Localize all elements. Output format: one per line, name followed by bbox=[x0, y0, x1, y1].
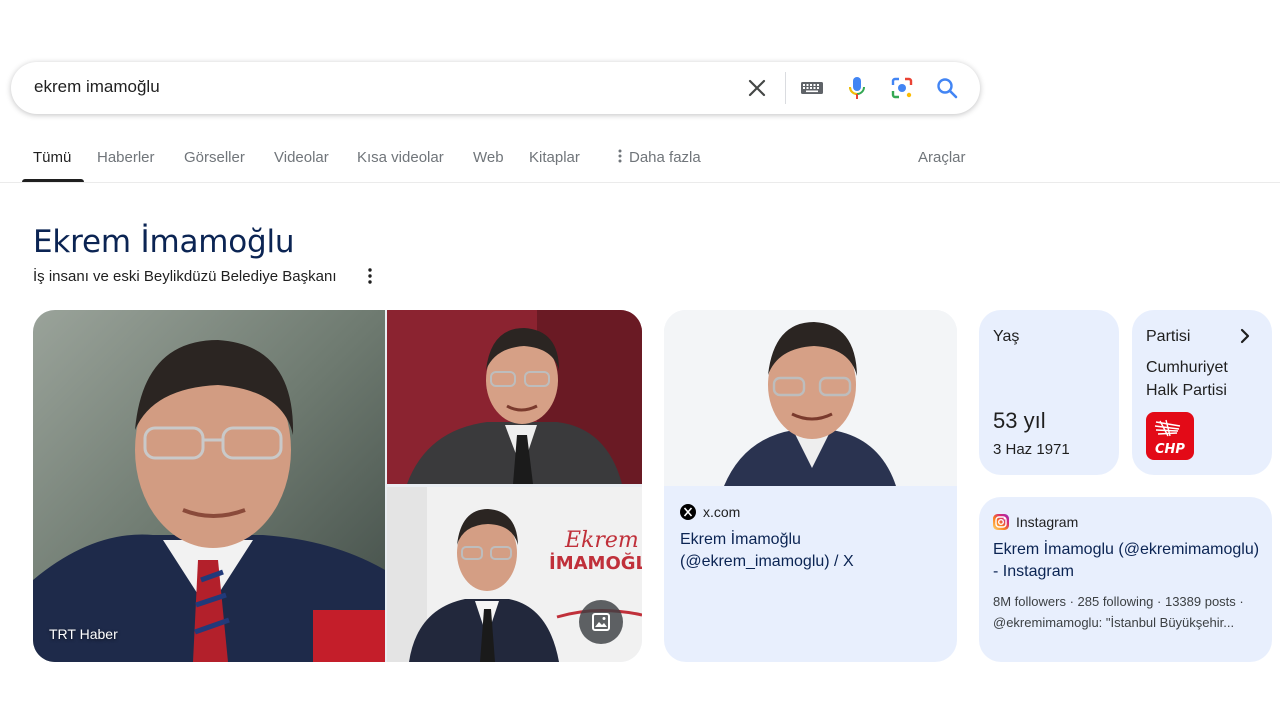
more-options-icon[interactable] bbox=[362, 266, 378, 286]
close-icon[interactable] bbox=[744, 75, 770, 101]
more-vert-icon bbox=[618, 149, 622, 163]
x-profile-card[interactable]: x.com Ekrem İmamoğlu (@ekrem_imamoglu) /… bbox=[664, 310, 957, 662]
entity-title: Ekrem İmamoğlu bbox=[33, 224, 295, 260]
tab-web[interactable]: Web bbox=[473, 149, 504, 166]
search-icon[interactable] bbox=[934, 75, 960, 101]
search-bar[interactable]: ekrem imamoğlu bbox=[11, 62, 980, 114]
instagram-title[interactable]: Ekrem İmamoglu (@ekremimamoglu) - Instag… bbox=[993, 539, 1263, 583]
main-photo[interactable]: TRT Haber bbox=[33, 310, 385, 662]
keyboard-icon[interactable] bbox=[799, 75, 825, 101]
tab-short-videos[interactable]: Kısa videolar bbox=[357, 149, 444, 166]
party-name: Cumhuriyet Halk Partisi bbox=[1146, 359, 1228, 399]
tab-news[interactable]: Haberler bbox=[97, 149, 155, 166]
age-value: 53 yıl bbox=[993, 408, 1046, 433]
x-logo-icon bbox=[680, 504, 696, 520]
instagram-source: Instagram bbox=[993, 514, 1078, 530]
instagram-card[interactable]: Instagram Ekrem İmamoglu (@ekremimamoglu… bbox=[979, 497, 1272, 662]
mic-icon[interactable] bbox=[844, 75, 870, 101]
tab-all[interactable]: Tümü bbox=[33, 149, 71, 166]
chp-logo: CHP bbox=[1146, 412, 1194, 460]
x-source: x.com bbox=[680, 504, 740, 520]
image-credit: TRT Haber bbox=[49, 626, 118, 642]
chevron-right-icon bbox=[1240, 328, 1250, 344]
tab-more[interactable]: Daha fazla bbox=[617, 149, 701, 166]
image-collage: TRT Haber Ekrem İMAMOĞL bbox=[33, 310, 642, 662]
tools-button[interactable]: Araçlar bbox=[918, 149, 966, 166]
image-icon bbox=[592, 613, 610, 631]
entity-subtitle: İş insanı ve eski Beylikdüzü Belediye Ba… bbox=[33, 268, 337, 285]
instagram-bio: @ekremimamoglu: "İstanbul Büyükşehir... bbox=[993, 615, 1235, 630]
lens-icon[interactable] bbox=[889, 75, 915, 101]
tab-videos[interactable]: Videolar bbox=[274, 149, 329, 166]
tab-books[interactable]: Kitaplar bbox=[529, 149, 580, 166]
age-card[interactable]: Yaş 53 yıl 3 Haz 1971 bbox=[979, 310, 1119, 475]
instagram-meta: 8M followers · 285 following · 13389 pos… bbox=[993, 591, 1261, 633]
x-profile-title[interactable]: Ekrem İmamoğlu (@ekrem_imamoglu) / X bbox=[680, 529, 940, 573]
photo-top-right[interactable] bbox=[387, 310, 642, 484]
x-source-label: x.com bbox=[703, 504, 741, 520]
tab-more-label: Daha fazla bbox=[629, 149, 701, 166]
search-tabs: Tümü Haberler Görseller Videolar Kısa vi… bbox=[0, 130, 1280, 183]
instagram-stats: 8M followers · 285 following · 13389 pos… bbox=[993, 594, 1244, 609]
search-divider bbox=[785, 72, 786, 104]
images-button[interactable] bbox=[579, 600, 623, 644]
search-input[interactable]: ekrem imamoğlu bbox=[34, 77, 160, 97]
party-label: Partisi bbox=[1146, 328, 1191, 345]
birth-date: 3 Haz 1971 bbox=[993, 441, 1070, 458]
instagram-icon bbox=[993, 514, 1009, 530]
tab-images[interactable]: Görseller bbox=[184, 149, 245, 166]
x-profile-photo bbox=[664, 310, 957, 486]
party-card[interactable]: Partisi Cumhuriyet Halk Partisi CHP bbox=[1132, 310, 1272, 475]
chp-logo-text: CHP bbox=[1155, 442, 1185, 457]
poster-name-text: İMAMOĞLU bbox=[549, 552, 642, 574]
active-tab-indicator bbox=[22, 179, 84, 182]
instagram-source-label: Instagram bbox=[1016, 514, 1079, 530]
age-label: Yaş bbox=[993, 328, 1020, 345]
poster-script-text: Ekrem bbox=[564, 528, 639, 553]
